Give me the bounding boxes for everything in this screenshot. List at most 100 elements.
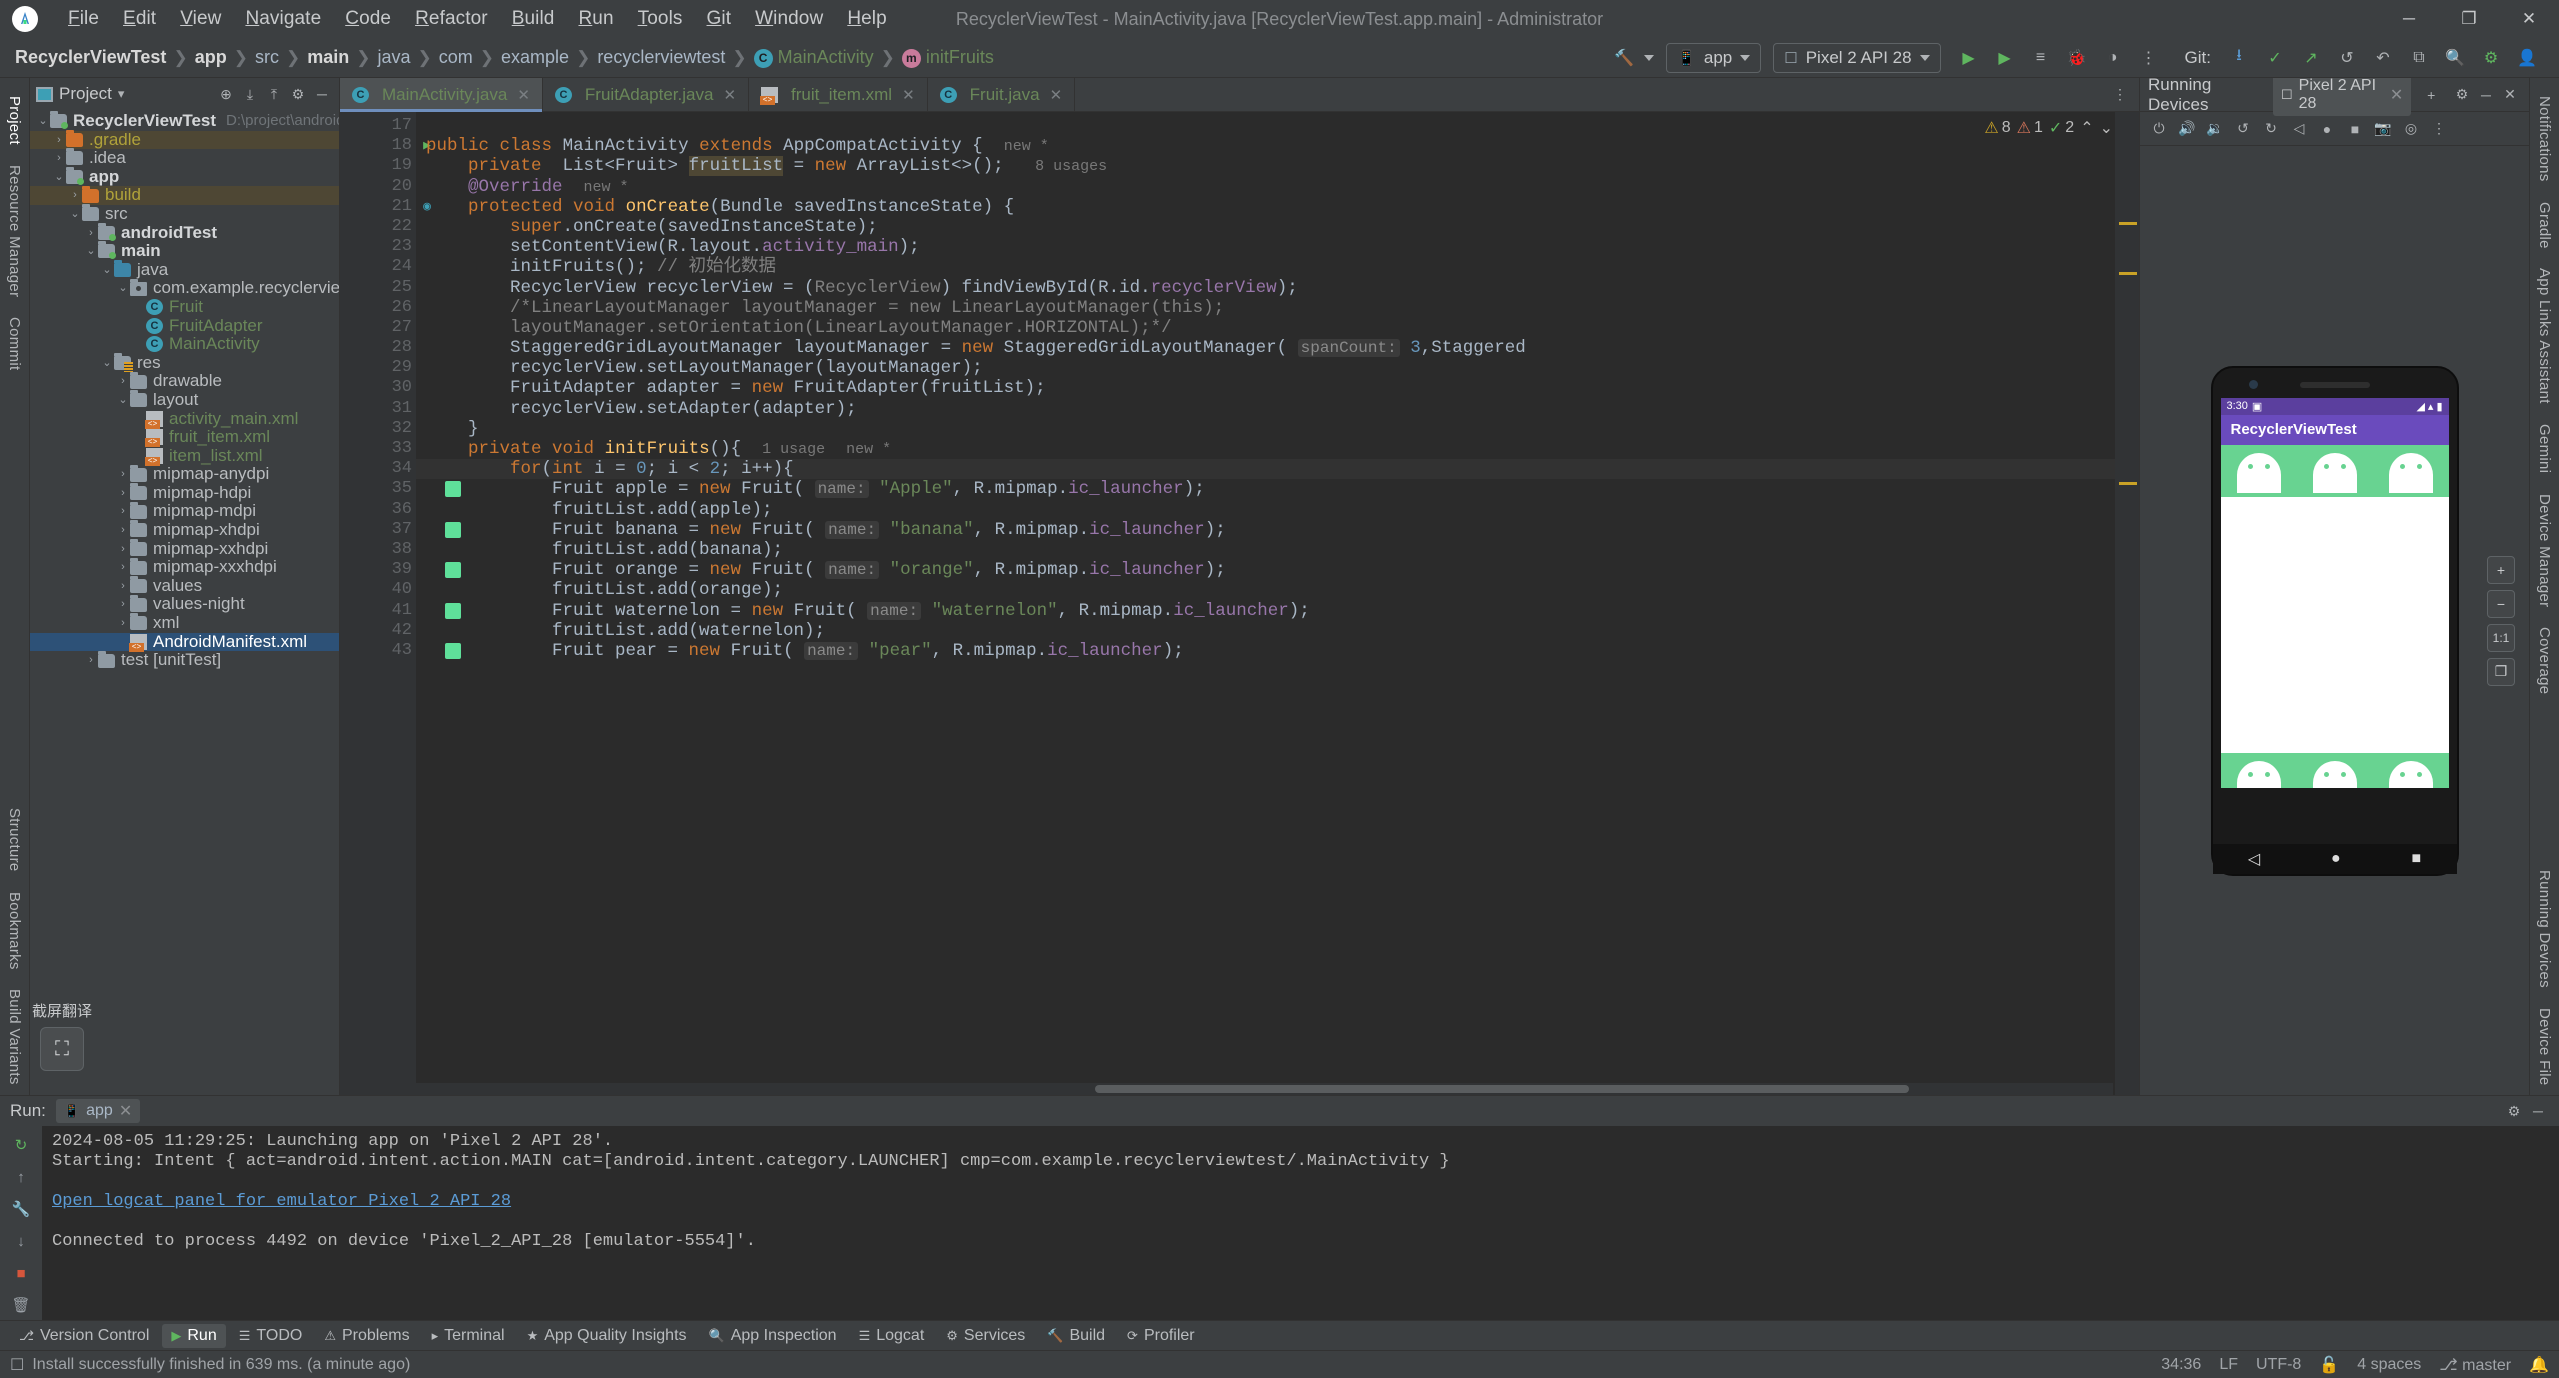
chevron-right-icon[interactable]: › [116,540,130,559]
tree-item-test-unittest-[interactable]: › test [unitTest] [30,650,339,670]
fruit-card[interactable] [2372,444,2449,497]
chevron-right-icon[interactable]: › [116,465,130,484]
tree-item-xml[interactable]: › xml [30,613,339,633]
add-device-tab-button[interactable]: + [2421,84,2441,106]
bottom-tab-todo[interactable]: ☰ TODO [230,1324,312,1348]
chevron-down-icon[interactable]: ⌄ [116,391,130,410]
undo-button[interactable]: ↶ [2367,43,2399,73]
more-actions-button[interactable]: ⋮ [2133,43,2165,73]
device-tab[interactable]: ☐ Pixel 2 API 28 ✕ [2273,73,2412,116]
close-icon[interactable]: ✕ [2390,85,2403,105]
bottom-tab-profiler[interactable]: ⟳ Profiler [1118,1324,1204,1348]
sidebar-item-app-links-assistant[interactable]: App Links Assistant [2536,258,2553,414]
maximize-button[interactable]: ❐ [2439,0,2499,38]
code-line[interactable]: private List<Fruit> fruitList = new Arra… [416,156,2139,177]
fruit-card[interactable] [2296,752,2373,788]
code-line[interactable]: fruitList.add(banana); [416,540,2139,560]
sidebar-item-commit[interactable]: Commit [6,307,23,380]
tree-item-androidtest[interactable]: › androidTest [30,222,339,243]
breadcrumb-item-recyclerviewtest[interactable]: RecyclerViewTest [10,45,171,70]
menu-tools[interactable]: Tools [626,5,695,33]
chevron-down-icon[interactable]: ⌄ [100,354,114,373]
close-button[interactable]: ✕ [2499,0,2559,38]
chevron-right-icon[interactable]: › [116,372,130,391]
run-with-coverage-button[interactable]: ▶ [1989,43,2021,73]
record-icon[interactable]: ◎ [2398,116,2424,142]
code-line[interactable]: RecyclerView recyclerView = (RecyclerVie… [416,278,2139,298]
error-count[interactable]: ⚠ 1 [2017,118,2043,138]
sidebar-item-bookmarks[interactable]: Bookmarks [6,882,23,980]
menu-code[interactable]: Code [333,5,403,33]
chevron-down-icon[interactable]: ⌄ [116,279,130,298]
stop-icon[interactable]: ■ [8,1260,34,1286]
code-line[interactable]: Fruit waternelon = new Fruit( name: "wat… [416,601,2139,621]
code-line[interactable]: @Override new * [416,177,2139,197]
code-line[interactable]: setContentView(R.layout.activity_main); [416,237,2139,257]
tree-item-mipmap-xxxhdpi[interactable]: › mipmap-xxxhdpi [30,557,339,577]
breadcrumb-item-java[interactable]: java [372,45,415,70]
hide-panel-icon[interactable]: ─ [311,83,333,105]
code-content[interactable]: public class MainActivity extends AppCom… [416,112,2139,1095]
sidebar-item-project[interactable]: Project [6,86,23,155]
chevron-right-icon[interactable]: › [116,521,130,540]
code-line[interactable]: private void initFruits(){ 1 usage new * [416,439,2139,459]
code-line[interactable]: public class MainActivity extends AppCom… [416,136,2139,156]
run-console[interactable]: 2024-08-05 11:29:25: Launching app on 'P… [42,1126,2559,1320]
search-icon[interactable]: 🔍 [2439,43,2471,73]
chevron-right-icon[interactable]: › [116,484,130,503]
expand-all-icon[interactable]: ⤓ [239,83,261,105]
tree-item-mipmap-xxhdpi[interactable]: › mipmap-xxhdpi [30,538,339,559]
close-icon[interactable]: ✕ [902,86,915,104]
tree-item-mipmap-anydpi[interactable]: › mipmap-anydpi [30,464,339,484]
code-line[interactable]: Fruit orange = new Fruit( name: "orange"… [416,560,2139,580]
scroll-up-icon[interactable]: ↑ [8,1164,34,1190]
editor-tab-mainactivity-java[interactable]: C MainActivity.java ✕ [340,78,543,112]
nav-home-button[interactable]: ● [2331,850,2341,868]
code-line[interactable]: Fruit banana = new Fruit( name: "banana"… [416,520,2139,540]
breadcrumb-item-recyclerviewtest[interactable]: recyclerviewtest [592,45,730,70]
bottom-tab-terminal[interactable]: ▸ Terminal [423,1324,514,1348]
warning-count[interactable]: ⚠ 8 [1984,118,2010,138]
chevron-right-icon[interactable]: › [116,595,130,614]
tree-item-main[interactable]: ⌄ main [30,241,339,261]
code-line[interactable]: FruitAdapter adapter = new FruitAdapter(… [416,378,2139,398]
nav-recents-button[interactable]: ■ [2411,850,2421,868]
screenshot-icon[interactable]: 📷 [2370,116,2396,142]
lock-icon[interactable]: 🔓 [2319,1355,2339,1375]
prev-problem-icon[interactable]: ⌃ [2080,118,2093,138]
menu-navigate[interactable]: Navigate [233,5,333,33]
chevron-right-icon[interactable]: › [84,651,98,670]
zoom-in-button[interactable]: + [2487,555,2515,584]
console-link[interactable]: Open logcat panel for emulator Pixel 2 A… [52,1192,2549,1212]
more-tabs-icon[interactable]: ⋮ [2109,84,2131,106]
breadcrumb-item-com[interactable]: com [434,45,478,70]
bottom-tab-app-inspection[interactable]: 🔍 App Inspection [700,1324,846,1348]
power-icon[interactable]: ⏻ [2146,116,2172,142]
tree-item-src[interactable]: ⌄ src [30,204,339,224]
logcat-link[interactable]: Open logcat panel for emulator Pixel 2 A… [52,1192,511,1211]
breadcrumb-item-example[interactable]: example [496,45,574,70]
menu-window[interactable]: Window [743,5,835,33]
profile-button[interactable]: ≡ [2025,43,2057,73]
nav-back-button[interactable]: ◁ [2248,849,2260,869]
run-configuration-selector[interactable]: 📱 app [1666,42,1762,73]
code-line[interactable]: fruitList.add(apple); [416,500,2139,520]
code-line[interactable]: protected void onCreate(Bundle savedInst… [416,197,2139,217]
chevron-down-icon[interactable]: ⌄ [68,205,82,224]
breadcrumb-item-initfruits[interactable]: m initFruits [897,45,999,70]
zoom-actual-size-button[interactable]: 1:1 [2487,623,2515,652]
crop-icon[interactable]: ⛶ [40,1027,84,1071]
more-icon[interactable]: ⋮ [2426,116,2452,142]
wrench-icon[interactable]: 🔧 [8,1196,34,1222]
collapse-all-icon[interactable]: ⤒ [263,83,285,105]
close-icon[interactable]: ✕ [1050,86,1063,104]
tree-item-fruit-item-xml[interactable]: ›fruit_item.xml [30,427,339,448]
menu-edit[interactable]: Edit [111,5,168,33]
scroll-down-icon[interactable]: ↓ [8,1228,34,1254]
menu-build[interactable]: Build [500,5,567,33]
menu-help[interactable]: Help [835,5,898,33]
code-line[interactable]: fruitList.add(orange); [416,580,2139,600]
editor-tab-fruit-java[interactable]: C Fruit.java ✕ [928,78,1076,111]
bottom-tab-services[interactable]: ⚙ Services [937,1324,1034,1348]
bottom-tab-version-control[interactable]: ⎇ Version Control [10,1324,158,1348]
